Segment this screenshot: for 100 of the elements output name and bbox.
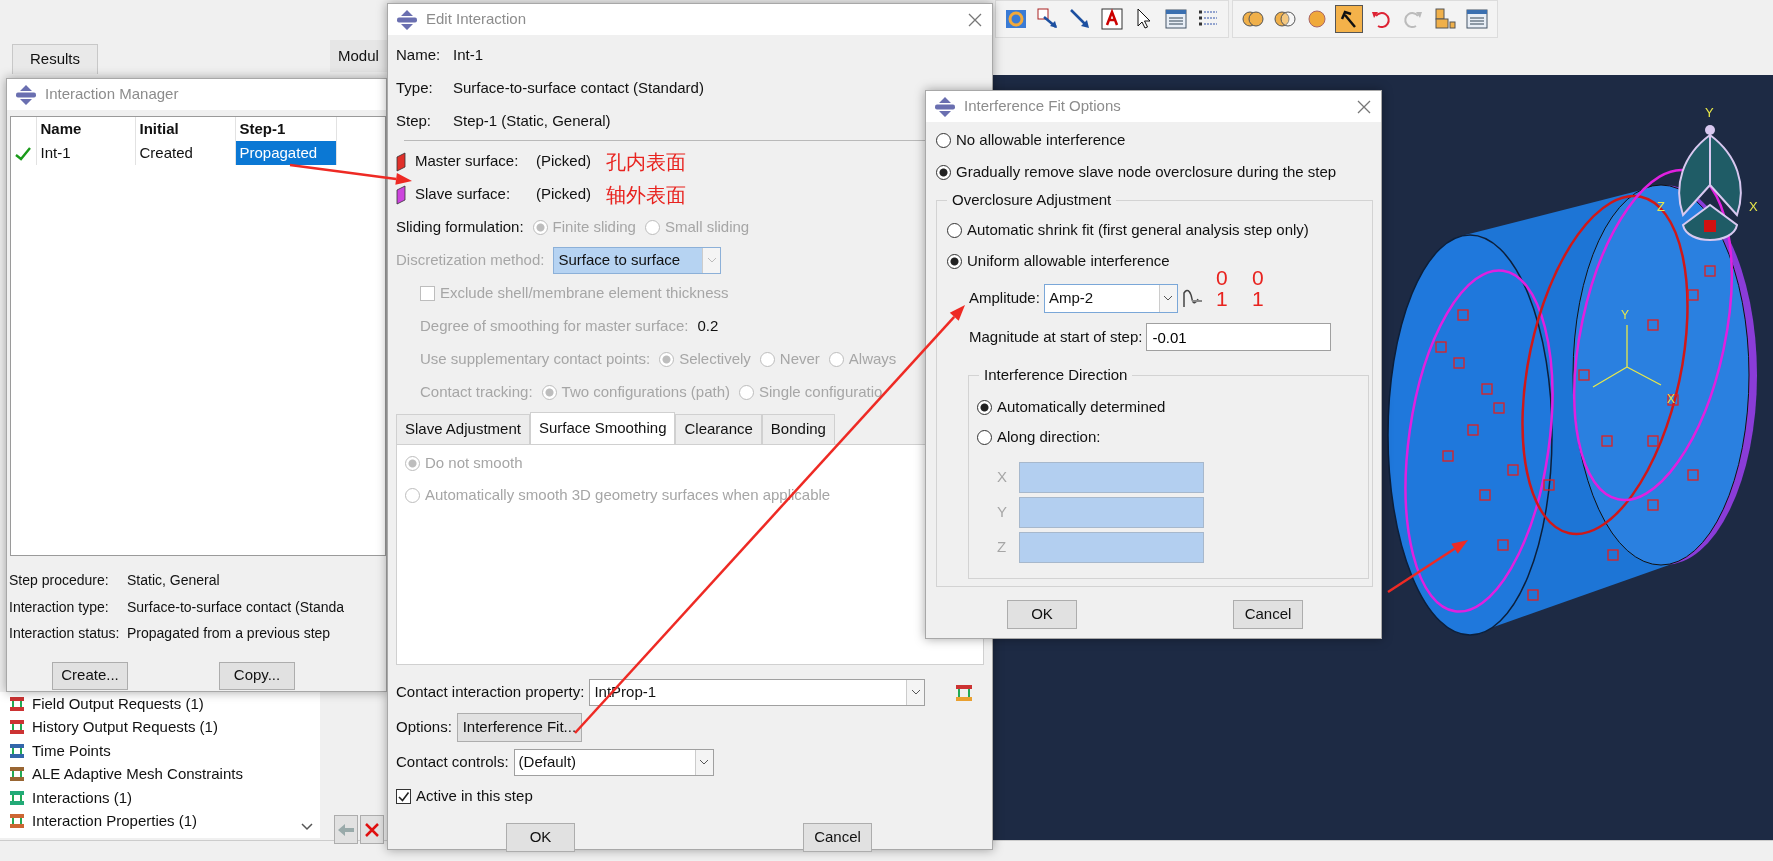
- field-label: Contact interaction property:: [396, 682, 585, 703]
- radio-button[interactable]: [947, 223, 962, 238]
- field-value: (Picked): [536, 184, 591, 205]
- label-arrow-icon: [1036, 7, 1060, 31]
- tree-node-icon: [8, 788, 26, 807]
- radio-button[interactable]: [936, 132, 951, 148]
- delete-button[interactable]: [360, 815, 384, 844]
- field-label: Use supplementary contact points:: [420, 349, 651, 370]
- dialog-button[interactable]: OK: [1007, 600, 1077, 629]
- property-icon: [954, 682, 975, 703]
- tree-item[interactable]: Interaction Properties (1): [32, 810, 198, 833]
- tree-item[interactable]: Interactions (1): [32, 786, 133, 809]
- tree-node-icon: [8, 812, 26, 831]
- detail-value: Surface-to-surface contact (Standa: [127, 597, 345, 617]
- column-header: Name: [36, 117, 135, 141]
- options-button[interactable]: Interference Fit...: [456, 713, 582, 742]
- handwritten-mark: 0: [1251, 267, 1265, 288]
- table-icon: [1465, 7, 1489, 31]
- tab[interactable]: Results: [12, 44, 98, 74]
- radio-label[interactable]: Automatic shrink fit (first general analysis step only): [967, 219, 1309, 242]
- blocks-icon: [1433, 7, 1457, 31]
- diamond-icon: [396, 8, 418, 31]
- detail-value: Propagated from a previous step: [127, 624, 331, 643]
- detail-label: Interaction status:: [9, 624, 121, 643]
- axis-label: Y: [1705, 105, 1714, 120]
- radio-button[interactable]: [936, 164, 951, 180]
- tab[interactable]: Bonding: [761, 414, 835, 444]
- checkbox[interactable]: [396, 789, 411, 804]
- field-value: Step-1 (Static, General): [453, 111, 611, 132]
- window-title: Interference Fit Options: [964, 96, 1121, 117]
- magnitude-field[interactable]: -0.01: [1146, 323, 1332, 351]
- text-icon: [1100, 7, 1124, 31]
- tree-node-icon: [8, 694, 26, 713]
- dialog-button[interactable]: OK: [506, 823, 575, 852]
- field-label: Step:: [396, 111, 433, 132]
- field-label: Sliding formulation:: [396, 217, 524, 238]
- checkbox-label[interactable]: Active in this step: [416, 785, 533, 808]
- field-label: Degree of smoothing for master surface:: [420, 316, 689, 337]
- tab[interactable]: Surface Smoothing: [529, 412, 676, 444]
- axis-label: X: [1749, 199, 1758, 214]
- dropdown[interactable]: Amp-2: [1043, 283, 1178, 313]
- dropdown[interactable]: (Default): [513, 749, 714, 776]
- caret-icon: [910, 689, 921, 696]
- handwritten-mark: 1: [1215, 288, 1229, 309]
- field-label: Contact tracking:: [420, 382, 533, 403]
- diamond-icon: [934, 95, 956, 118]
- field-value: 0.2: [697, 316, 719, 337]
- field-value: (Picked): [536, 151, 591, 172]
- window-title: Edit Interaction: [426, 9, 527, 30]
- input-field[interactable]: [1019, 532, 1204, 563]
- table-cell[interactable]: Int-1: [36, 141, 135, 165]
- input-field[interactable]: [1019, 497, 1204, 528]
- tab[interactable]: Clearance: [675, 414, 762, 444]
- annotation-text: 孔内表面: [606, 151, 686, 172]
- field-label: Y: [997, 502, 1008, 523]
- field-value: Int-1: [453, 45, 483, 66]
- field-label: Z: [997, 537, 1008, 558]
- radio-button[interactable]: [977, 429, 992, 445]
- field-label: Amplitude:: [969, 287, 1040, 308]
- radio-label[interactable]: Automatically determined: [997, 395, 1166, 419]
- tree-item[interactable]: Field Output Requests (1): [32, 692, 204, 715]
- dialog-button[interactable]: Cancel: [1233, 600, 1303, 629]
- tree-item[interactable]: Time Points: [32, 739, 111, 762]
- caret-icon: [699, 759, 710, 766]
- detail-label: Step procedure:: [9, 571, 110, 590]
- window-title: Interaction Manager: [45, 84, 179, 105]
- table-cell[interactable]: Propagated: [235, 141, 336, 165]
- axis-triad-icon: [1678, 125, 1742, 241]
- tree-item[interactable]: History Output Requests (1): [32, 716, 218, 739]
- field-value: Surface-to-surface contact (Standard): [453, 78, 704, 99]
- amplitude-icon: [1181, 287, 1204, 309]
- table-cell[interactable]: Created: [135, 141, 235, 165]
- input-field[interactable]: [1019, 462, 1204, 493]
- tree-node-icon: [8, 741, 26, 760]
- radio-button[interactable]: [977, 399, 992, 415]
- tree-item[interactable]: ALE Adaptive Mesh Constraints: [32, 763, 243, 786]
- dialog-button[interactable]: Copy...: [219, 661, 295, 690]
- radio-button[interactable]: [947, 254, 962, 269]
- detail-label: Interaction type:: [9, 597, 110, 617]
- field-label: Magnitude at start of step:: [969, 326, 1143, 347]
- field-label: Options:: [396, 717, 452, 738]
- table-icon: [1164, 7, 1188, 31]
- arrow-icon: [1068, 7, 1092, 31]
- field-label: Type:: [396, 78, 434, 99]
- radio-label[interactable]: Gradually remove slave node overclosure during the step: [956, 160, 1337, 184]
- radio-label[interactable]: Uniform allowable interference: [967, 250, 1170, 273]
- radio-label[interactable]: Along direction:: [997, 425, 1101, 449]
- diamond-icon: [15, 83, 37, 106]
- tree-node-icon: [8, 765, 26, 784]
- caret-icon: [1163, 294, 1174, 302]
- tab[interactable]: Slave Adjustment: [396, 414, 530, 444]
- field-label: Slave surface:: [415, 184, 512, 205]
- chevron-icon: [300, 822, 314, 832]
- sphere-icon: [1305, 7, 1329, 31]
- toolbar-button[interactable]: [1335, 5, 1363, 33]
- dialog-button[interactable]: Cancel: [803, 823, 872, 852]
- radio-label[interactable]: No allowable interference: [956, 128, 1126, 152]
- handwritten-mark: 0: [1215, 267, 1229, 288]
- field-label: X: [997, 467, 1008, 488]
- dialog-button[interactable]: Create...: [52, 661, 128, 690]
